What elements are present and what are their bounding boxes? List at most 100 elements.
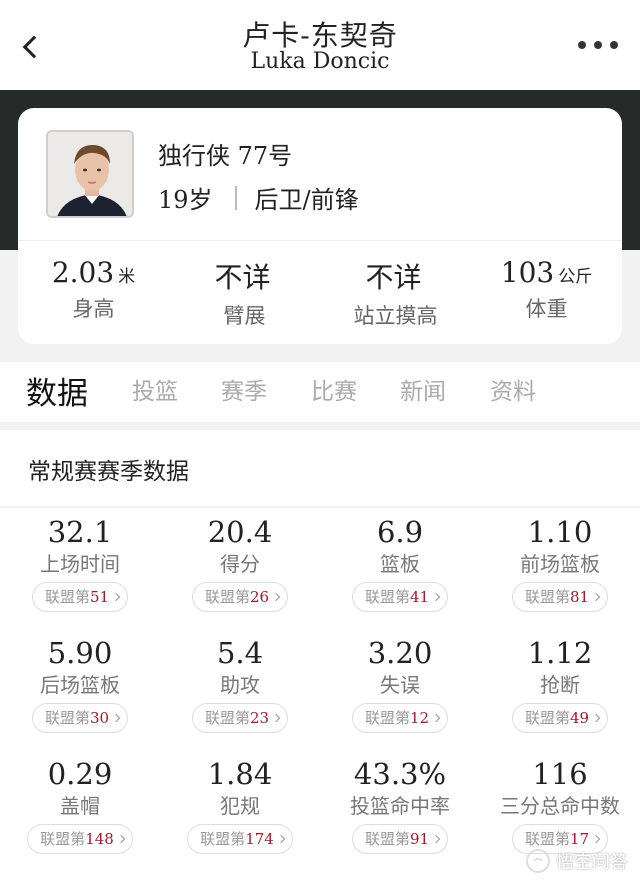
chevron-right-icon bbox=[431, 592, 441, 602]
league-rank-button[interactable]: 联盟第81 bbox=[511, 582, 609, 612]
rank-prefix: 联盟第 bbox=[200, 830, 246, 848]
stat-value: 1.84 bbox=[207, 757, 273, 791]
dot bbox=[578, 41, 586, 49]
metric-value: 不详 bbox=[365, 261, 422, 294]
league-rank-button[interactable]: 联盟第23 bbox=[191, 703, 289, 733]
age-position-row: 19岁 后卫/前锋 bbox=[158, 180, 359, 215]
rank-prefix: 联盟第 bbox=[40, 830, 86, 848]
player-name-cn: 卢卡-东契奇 bbox=[242, 19, 398, 52]
rank-number: 30 bbox=[89, 709, 110, 727]
stat-label: 上场时间 bbox=[40, 552, 120, 576]
stat-label: 失误 bbox=[380, 673, 420, 697]
player-name-en: Luka Doncic bbox=[250, 49, 390, 74]
rank-prefix: 联盟第 bbox=[44, 588, 90, 606]
stat-label: 篮板 bbox=[380, 552, 420, 576]
metric-standing-reach: 不详 站立摸高 bbox=[320, 256, 471, 330]
chevron-right-icon bbox=[276, 834, 286, 844]
dot bbox=[594, 41, 602, 49]
rank-number: 17 bbox=[569, 830, 590, 848]
league-rank-button[interactable]: 联盟第41 bbox=[351, 582, 449, 612]
chevron-right-icon bbox=[271, 592, 281, 602]
player-age: 19岁 bbox=[158, 186, 213, 214]
stat-cell: 1.84 犯规联盟第174 bbox=[160, 758, 320, 854]
stat-value: 6.9 bbox=[376, 515, 424, 549]
team-and-number: 独行侠 77号 bbox=[158, 142, 293, 170]
rank-number: 91 bbox=[409, 830, 430, 848]
divider bbox=[234, 185, 237, 210]
stat-value: 116 bbox=[532, 757, 588, 791]
stat-label: 前场篮板 bbox=[520, 552, 600, 576]
stat-cell: 43.3% 投篮命中率联盟第91 bbox=[320, 758, 480, 854]
tab-bar: 数据 投篮 赛季 比赛 新闻 资料 bbox=[0, 362, 640, 422]
stat-value: 5.4 bbox=[216, 636, 264, 670]
metric-label: 体重 bbox=[525, 297, 568, 321]
stat-cell: 116 三分总命中数联盟第17 bbox=[480, 758, 640, 854]
stat-label: 后场篮板 bbox=[40, 673, 120, 697]
tab-profile[interactable]: 资料 bbox=[490, 372, 536, 406]
wukong-logo-icon bbox=[526, 849, 550, 873]
league-rank-button[interactable]: 联盟第12 bbox=[351, 703, 449, 733]
stat-label: 投篮命中率 bbox=[350, 794, 450, 818]
rank-prefix: 联盟第 bbox=[364, 588, 410, 606]
league-rank-button[interactable]: 联盟第174 bbox=[187, 824, 293, 854]
rank-prefix: 联盟第 bbox=[524, 588, 570, 606]
stat-cell: 20.4 得分 联盟第26 bbox=[160, 516, 320, 612]
stat-cell: 3.20 失误联盟第12 bbox=[320, 637, 480, 733]
chevron-right-icon bbox=[271, 713, 281, 723]
metric-label: 站立摸高 bbox=[353, 304, 438, 328]
metric-unit: 米 bbox=[118, 267, 136, 287]
metric-label: 臂展 bbox=[223, 304, 266, 328]
chevron-right-icon bbox=[591, 592, 601, 602]
metric-weight: 103 公斤 体重 bbox=[471, 256, 622, 323]
metric-value: 2.03 bbox=[51, 256, 115, 289]
stat-label: 得分 bbox=[220, 552, 260, 576]
stats-grid: 32.1 上场时间 联盟第51 20.4 得分 联盟第26 6.9 篮板 联盟第41 1.10 前场… bbox=[0, 508, 640, 882]
top-bar: 卢卡-东契奇 Luka Doncic bbox=[0, 0, 640, 90]
rank-number: 26 bbox=[249, 588, 270, 606]
league-rank-button[interactable]: 联盟第30 bbox=[31, 703, 129, 733]
rank-number: 41 bbox=[409, 588, 430, 606]
chevron-right-icon bbox=[111, 713, 121, 723]
metric-height: 2.03 米 身高 bbox=[18, 256, 169, 323]
stat-cell: 1.10 前场篮板 联盟第81 bbox=[480, 516, 640, 612]
stat-value: 5.90 bbox=[47, 636, 113, 670]
league-rank-button[interactable]: 联盟第148 bbox=[27, 824, 133, 854]
chevron-right-icon bbox=[431, 713, 441, 723]
league-rank-button[interactable]: 联盟第26 bbox=[191, 582, 289, 612]
more-options-icon[interactable] bbox=[578, 38, 618, 52]
league-rank-button[interactable]: 联盟第91 bbox=[351, 824, 449, 854]
chevron-right-icon bbox=[591, 834, 601, 844]
rank-prefix: 联盟第 bbox=[524, 830, 570, 848]
stat-label: 三分总命中数 bbox=[500, 794, 620, 818]
chevron-right-icon bbox=[591, 713, 601, 723]
tab-games[interactable]: 比赛 bbox=[311, 372, 357, 406]
tab-data[interactable]: 数据 bbox=[26, 368, 88, 413]
player-position: 后卫/前锋 bbox=[254, 186, 359, 214]
metric-label: 身高 bbox=[72, 297, 115, 321]
stat-cell: 5.4 助攻联盟第23 bbox=[160, 637, 320, 733]
rank-prefix: 联盟第 bbox=[204, 588, 250, 606]
watermark: 悟空问答 bbox=[526, 848, 628, 874]
stat-cell: 5.90 后场篮板联盟第30 bbox=[0, 637, 160, 733]
tab-news[interactable]: 新闻 bbox=[400, 372, 446, 406]
watermark-text: 悟空问答 bbox=[556, 852, 628, 873]
rank-number: 174 bbox=[245, 830, 274, 848]
stat-value: 43.3% bbox=[353, 757, 447, 791]
section-header: 常规赛赛季数据 bbox=[0, 430, 640, 506]
rank-prefix: 联盟第 bbox=[364, 830, 410, 848]
league-rank-button[interactable]: 联盟第51 bbox=[31, 582, 129, 612]
tab-shooting[interactable]: 投篮 bbox=[132, 372, 178, 406]
stat-value: 3.20 bbox=[367, 636, 433, 670]
stat-label: 抢断 bbox=[540, 673, 580, 697]
stat-label: 助攻 bbox=[220, 673, 260, 697]
stat-label: 犯规 bbox=[220, 794, 260, 818]
stat-cell: 0.29 盖帽 联盟第148 bbox=[0, 758, 160, 854]
dot bbox=[610, 41, 618, 49]
stat-cell: 1.12 抢断联盟第49 bbox=[480, 637, 640, 733]
league-rank-button[interactable]: 联盟第49 bbox=[511, 703, 609, 733]
player-avatar-icon bbox=[48, 132, 132, 216]
tab-season[interactable]: 赛季 bbox=[221, 372, 267, 406]
stat-value: 1.12 bbox=[527, 636, 593, 670]
rank-number: 81 bbox=[569, 588, 590, 606]
stat-value: 32.1 bbox=[47, 515, 113, 549]
